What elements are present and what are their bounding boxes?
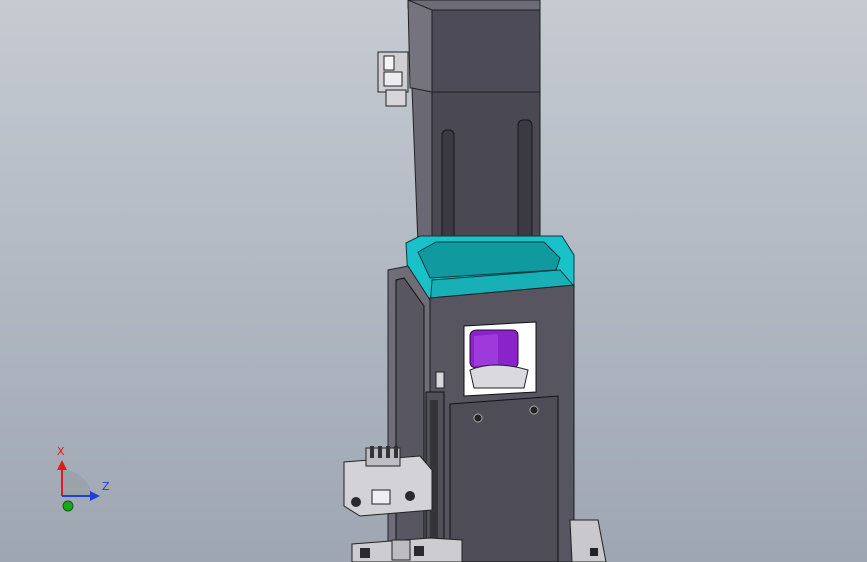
x-axis-arrow [57,460,67,470]
triad-plane-indicator [62,469,92,496]
graphics-viewport[interactable]: X Z [0,0,867,562]
x-axis-label: X [57,445,65,458]
coordinate-triad [57,460,100,512]
z-axis-label: Z [102,480,110,493]
z-axis-arrow [90,491,100,501]
y-axis-indicator [62,500,74,512]
